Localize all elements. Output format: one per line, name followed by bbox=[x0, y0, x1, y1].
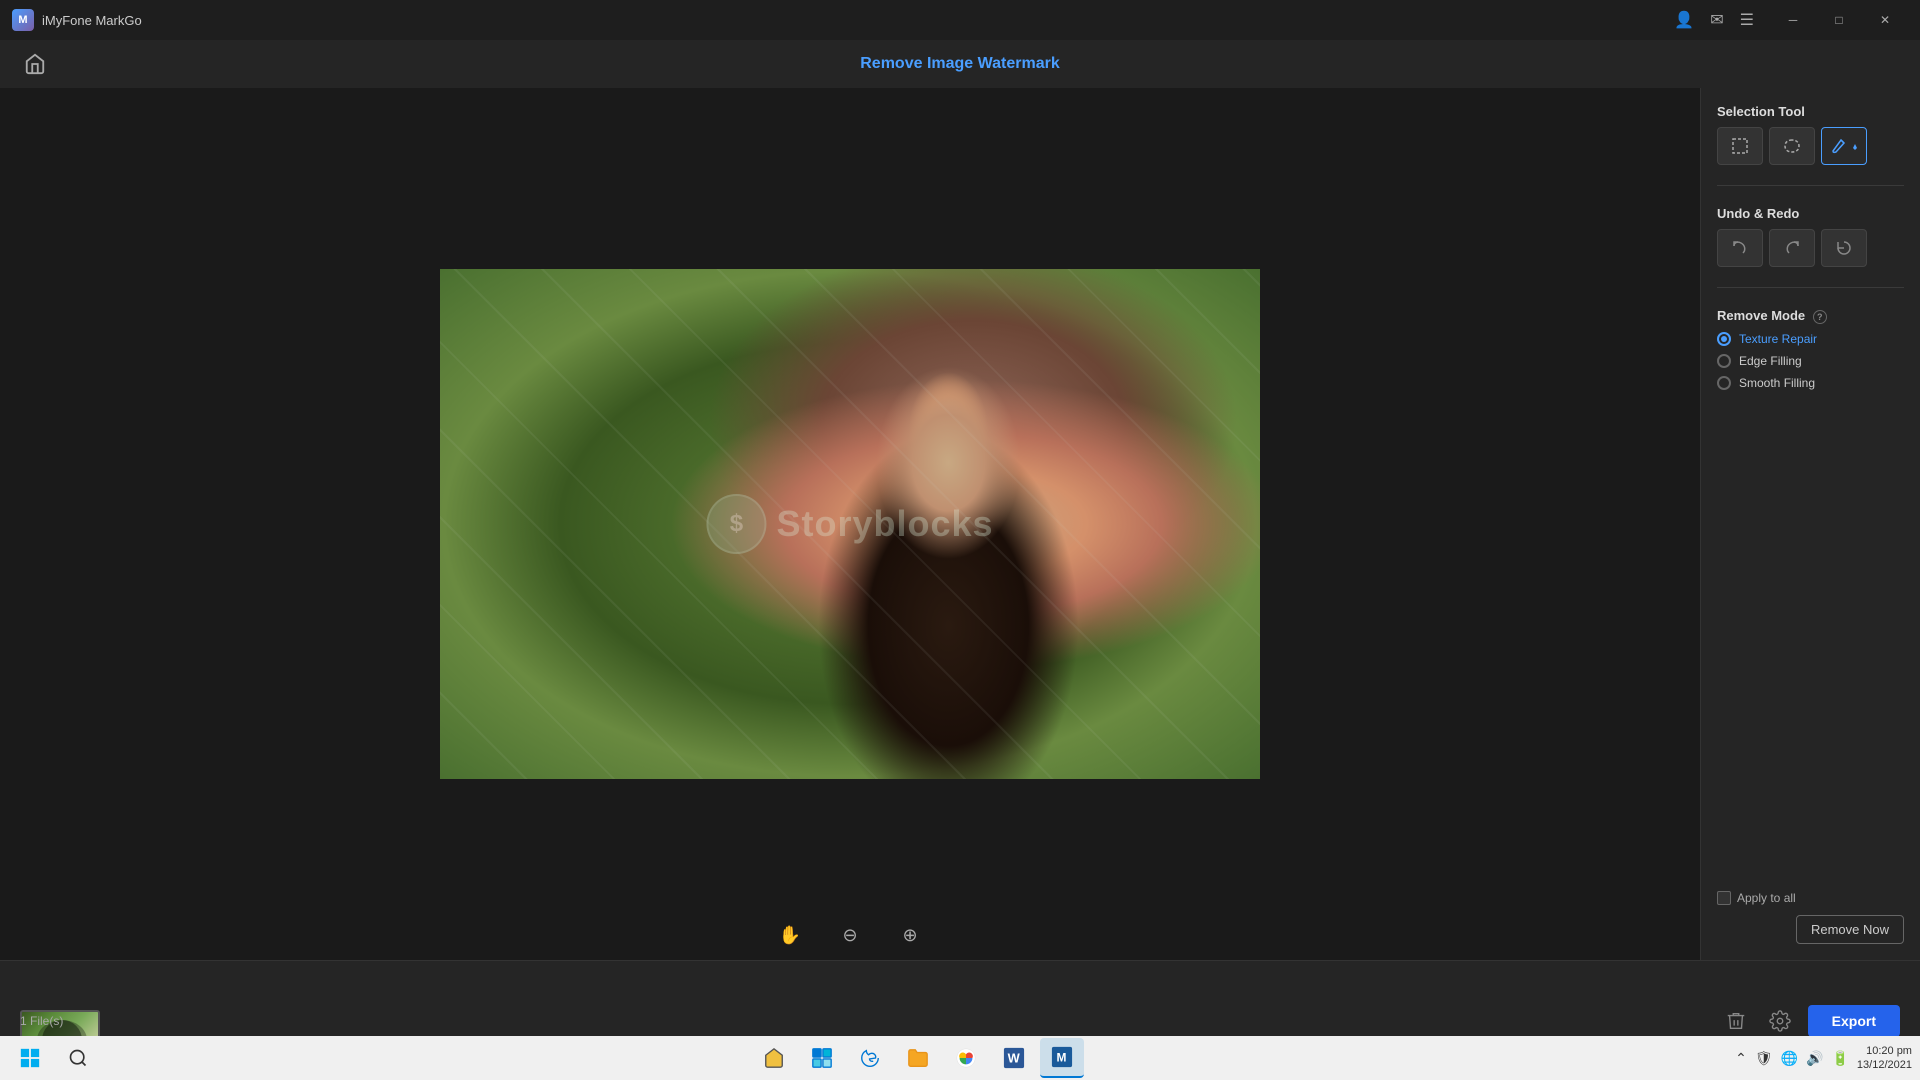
edge-filling-radio[interactable] bbox=[1717, 354, 1731, 368]
zoom-in-button[interactable]: ⊕ bbox=[892, 917, 928, 953]
tray-expand-icon[interactable]: ⌃ bbox=[1735, 1050, 1747, 1067]
remove-mode-section: Remove Mode ? Texture Repair Edge Fillin… bbox=[1717, 308, 1904, 398]
title-bar-controls: 👤 ✉ ☰ ─ □ ✕ bbox=[1674, 4, 1908, 36]
smooth-filling-option[interactable]: Smooth Filling bbox=[1717, 376, 1904, 390]
close-button[interactable]: ✕ bbox=[1862, 4, 1908, 36]
main-layout: $ Storyblocks ✋ ⊖ ⊕ Selection Tool bbox=[0, 88, 1920, 960]
smooth-filling-label: Smooth Filling bbox=[1739, 376, 1815, 390]
right-panel: Selection Tool bbox=[1700, 88, 1920, 960]
taskbar-right: ⌃ 🛡 🌐 🔊 🔋 10:20 pm 13/12/2021 bbox=[1735, 1044, 1912, 1073]
texture-repair-option[interactable]: Texture Repair bbox=[1717, 332, 1904, 346]
title-bar-left: M iMyFone MarkGo bbox=[12, 9, 142, 31]
taskbar-word[interactable]: W bbox=[992, 1038, 1036, 1078]
selection-tool-buttons bbox=[1717, 127, 1904, 165]
image-container: $ Storyblocks bbox=[440, 269, 1260, 779]
canvas-toolbar: ✋ ⊖ ⊕ bbox=[0, 910, 1700, 960]
tray-battery-icon[interactable]: 🔋 bbox=[1831, 1050, 1848, 1067]
tray-network-icon[interactable]: 🌐 bbox=[1781, 1050, 1798, 1067]
watermark-text: Storyblocks bbox=[776, 503, 993, 545]
export-button[interactable]: Export bbox=[1808, 1005, 1900, 1037]
system-clock[interactable]: 10:20 pm 13/12/2021 bbox=[1857, 1044, 1912, 1073]
taskbar-left bbox=[8, 1038, 100, 1078]
settings-button[interactable] bbox=[1764, 1005, 1796, 1037]
watermark-logo: $ bbox=[706, 494, 766, 554]
undo-redo-buttons bbox=[1717, 229, 1904, 267]
watermark-overlay: $ Storyblocks bbox=[706, 494, 993, 554]
taskbar-explorer[interactable] bbox=[752, 1038, 796, 1078]
minimize-button[interactable]: ─ bbox=[1770, 4, 1816, 36]
selection-tool-title: Selection Tool bbox=[1717, 104, 1904, 119]
texture-repair-label: Texture Repair bbox=[1739, 332, 1817, 346]
app-logo: M bbox=[12, 9, 34, 31]
pan-tool-button[interactable]: ✋ bbox=[772, 917, 808, 953]
smooth-filling-radio[interactable] bbox=[1717, 376, 1731, 390]
remove-now-button[interactable]: Remove Now bbox=[1796, 915, 1904, 944]
header: Remove Image Watermark bbox=[0, 40, 1920, 88]
apply-all-row: Apply to all bbox=[1717, 891, 1904, 905]
texture-repair-radio[interactable] bbox=[1717, 332, 1731, 346]
refresh-button[interactable] bbox=[1821, 229, 1867, 267]
tray-security-icon[interactable]: 🛡 bbox=[1755, 1050, 1773, 1067]
undo-redo-title: Undo & Redo bbox=[1717, 206, 1904, 221]
title-bar: M iMyFone MarkGo 👤 ✉ ☰ ─ □ ✕ bbox=[0, 0, 1920, 40]
taskbar-markgo[interactable]: M bbox=[1040, 1038, 1084, 1078]
menu-icon[interactable]: ☰ bbox=[1740, 10, 1754, 30]
edge-filling-label: Edge Filling bbox=[1739, 354, 1802, 368]
maximize-button[interactable]: □ bbox=[1816, 4, 1862, 36]
user-icon[interactable]: 👤 bbox=[1674, 10, 1694, 30]
window-controls: ─ □ ✕ bbox=[1770, 4, 1908, 36]
divider-2 bbox=[1717, 287, 1904, 288]
page-title: Remove Image Watermark bbox=[860, 55, 1060, 73]
file-count: 1 File(s) bbox=[20, 1012, 63, 1030]
taskbar: W M ⌃ 🛡 🌐 🔊 🔋 10:20 pm 13/12/2021 bbox=[0, 1036, 1920, 1080]
undo-button[interactable] bbox=[1717, 229, 1763, 267]
help-icon[interactable]: ? bbox=[1813, 310, 1827, 324]
lasso-select-button[interactable] bbox=[1769, 127, 1815, 165]
rectangle-select-button[interactable] bbox=[1717, 127, 1763, 165]
redo-button[interactable] bbox=[1769, 229, 1815, 267]
tray-volume-icon[interactable]: 🔊 bbox=[1806, 1050, 1823, 1067]
taskbar-center: W M bbox=[752, 1038, 1084, 1078]
taskbar-files[interactable] bbox=[896, 1038, 940, 1078]
svg-text:M: M bbox=[1056, 1051, 1066, 1065]
bottom-right-actions: Export bbox=[1720, 1005, 1900, 1037]
canvas-area: $ Storyblocks ✋ ⊖ ⊕ bbox=[0, 88, 1700, 960]
zoom-out-button[interactable]: ⊖ bbox=[832, 917, 868, 953]
remove-mode-title: Remove Mode ? bbox=[1717, 308, 1904, 324]
taskbar-chrome[interactable] bbox=[944, 1038, 988, 1078]
start-button[interactable] bbox=[8, 1038, 52, 1078]
remove-mode-footer: Apply to all Remove Now bbox=[1717, 891, 1904, 944]
home-button[interactable] bbox=[20, 49, 50, 79]
photo-background: $ Storyblocks bbox=[440, 269, 1260, 779]
selection-tool-section: Selection Tool bbox=[1717, 104, 1904, 165]
search-button[interactable] bbox=[56, 1038, 100, 1078]
brush-select-button[interactable] bbox=[1821, 127, 1867, 165]
apply-all-label: Apply to all bbox=[1737, 891, 1796, 905]
divider-1 bbox=[1717, 185, 1904, 186]
taskbar-edge[interactable] bbox=[848, 1038, 892, 1078]
delete-button[interactable] bbox=[1720, 1005, 1752, 1037]
apply-all-checkbox[interactable] bbox=[1717, 891, 1731, 905]
undo-redo-section: Undo & Redo bbox=[1717, 206, 1904, 267]
mail-icon[interactable]: ✉ bbox=[1710, 10, 1723, 30]
svg-text:W: W bbox=[1007, 1051, 1020, 1066]
edge-filling-option[interactable]: Edge Filling bbox=[1717, 354, 1904, 368]
taskbar-widgets[interactable] bbox=[800, 1038, 844, 1078]
app-title: iMyFone MarkGo bbox=[42, 13, 142, 28]
